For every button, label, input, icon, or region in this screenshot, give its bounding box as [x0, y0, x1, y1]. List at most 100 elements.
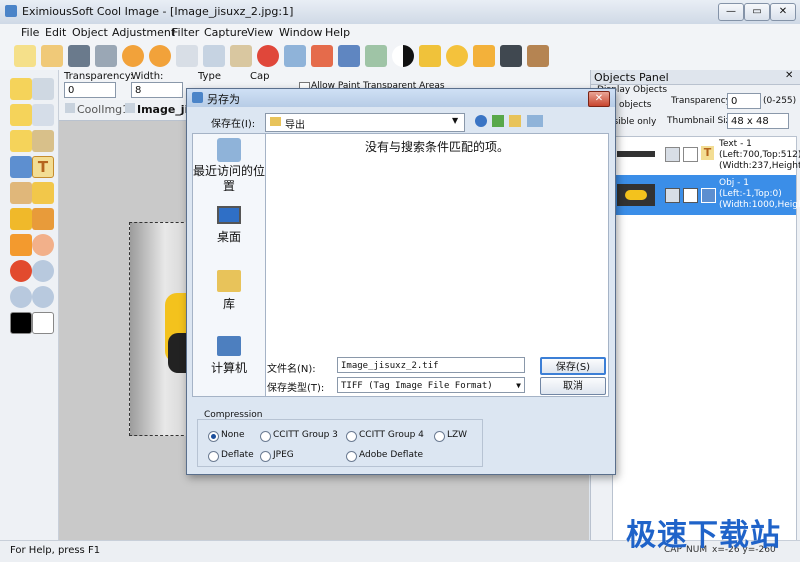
histogram-icon[interactable]: [311, 45, 333, 67]
pointer-tool-icon[interactable]: [10, 78, 32, 100]
paste-icon[interactable]: [230, 45, 252, 67]
object-thumbnail: [617, 151, 655, 157]
up-folder-icon[interactable]: [492, 115, 504, 127]
radio-adobe-deflate[interactable]: [346, 451, 357, 462]
brightness-icon[interactable]: [446, 45, 468, 67]
crop-tool-icon[interactable]: [32, 130, 54, 152]
radio-ccitt3[interactable]: [260, 431, 271, 442]
places-bar: 最近访问的位置 桌面 库 计算机: [192, 133, 266, 397]
zoom-fit-icon[interactable]: [32, 286, 54, 308]
transparency-input[interactable]: 0: [64, 82, 116, 98]
lock-icon[interactable]: [473, 45, 495, 67]
radio-lzw[interactable]: [434, 431, 445, 442]
filetype-select[interactable]: TIFF (Tag Image File Format) ▼: [337, 377, 525, 393]
save-in-dropdown[interactable]: 导出 ▼: [265, 113, 465, 132]
image-object-icon: [701, 188, 716, 203]
background-color-swatch[interactable]: [32, 312, 54, 334]
cancel-button[interactable]: 取消: [540, 377, 606, 395]
visibility-eye-icon[interactable]: [665, 147, 680, 162]
copy-icon[interactable]: [203, 45, 225, 67]
view-menu-icon[interactable]: [527, 115, 543, 127]
panel-transparency-label: Transparency:: [671, 96, 734, 106]
radio-deflate[interactable]: [208, 451, 219, 462]
polygon-tool-icon[interactable]: [10, 260, 32, 282]
object-position: (Left:700,Top:512): [719, 150, 800, 160]
place-desktop[interactable]: 桌面: [193, 206, 265, 245]
rectangle-tool-icon[interactable]: [10, 234, 32, 256]
menu-file[interactable]: File: [21, 26, 39, 39]
text-tool-icon[interactable]: T: [32, 156, 54, 178]
invert-icon[interactable]: [392, 45, 414, 67]
sparkle-tool-icon[interactable]: [10, 130, 32, 152]
zoom-out-icon[interactable]: [10, 286, 32, 308]
maximize-button[interactable]: ▭: [744, 3, 770, 21]
place-computer[interactable]: 计算机: [193, 336, 265, 376]
undo-icon[interactable]: [122, 45, 144, 67]
compression-group: None CCITT Group 3 CCITT Group 4 LZW Def…: [197, 419, 483, 467]
menu-adjustment[interactable]: Adjustment: [112, 26, 175, 39]
place-libraries[interactable]: 库: [193, 270, 265, 312]
visibility-eye-icon[interactable]: [665, 188, 680, 203]
image-canvas[interactable]: [129, 222, 189, 436]
fill-tool-icon[interactable]: [10, 208, 32, 230]
menu-filter[interactable]: Filter: [172, 26, 199, 39]
dialog-close-icon[interactable]: ✕: [588, 91, 610, 107]
cut-icon[interactable]: [176, 45, 198, 67]
desktop-icon: [217, 206, 241, 224]
delete-icon[interactable]: [257, 45, 279, 67]
document-icon: [125, 103, 135, 113]
radio-none[interactable]: [208, 431, 219, 442]
radio-ccitt4[interactable]: [346, 431, 357, 442]
object-thumbnail: [617, 184, 655, 206]
line-tool-icon[interactable]: [10, 182, 32, 204]
color-balance-icon[interactable]: [338, 45, 360, 67]
foreground-color-swatch[interactable]: [10, 312, 32, 334]
panel-transparency-input[interactable]: 0: [727, 93, 761, 109]
menu-edit[interactable]: Edit: [45, 26, 66, 39]
width-input[interactable]: 8: [131, 82, 183, 98]
place-label: 计算机: [210, 361, 247, 375]
tab-coolimg1[interactable]: CoolImg1: [77, 103, 129, 116]
panel-close-icon[interactable]: ✕: [785, 70, 793, 81]
object-row-image[interactable]: Obj - 1 (Left:-1,Top:0) (Width:1000,Heig…: [613, 175, 800, 215]
new-folder-icon[interactable]: [509, 115, 521, 127]
menu-window[interactable]: Window: [279, 26, 322, 39]
magic-wand-icon[interactable]: [32, 104, 54, 126]
eraser-tool-icon[interactable]: [32, 182, 54, 204]
computer-icon: [217, 336, 241, 356]
minimize-button[interactable]: —: [718, 3, 744, 21]
object-checkbox[interactable]: [683, 188, 698, 203]
object-checkbox[interactable]: [683, 147, 698, 162]
object-size: (Width:1000,Height: [719, 200, 800, 210]
back-icon[interactable]: [475, 115, 487, 127]
save-icon[interactable]: [68, 45, 90, 67]
close-button[interactable]: ✕: [770, 3, 796, 21]
watermark-logo: 极速下载站: [626, 518, 781, 553]
lasso-tool-icon[interactable]: [10, 104, 32, 126]
print-icon[interactable]: [95, 45, 117, 67]
effects-icon[interactable]: [527, 45, 549, 67]
open-icon[interactable]: [41, 45, 63, 67]
pen-tool-icon[interactable]: [32, 208, 54, 230]
menu-help[interactable]: Help: [325, 26, 350, 39]
sharpen-icon[interactable]: [419, 45, 441, 67]
object-row-text[interactable]: T Text - 1 (Left:700,Top:512) (Width:237…: [613, 137, 800, 177]
new-icon[interactable]: [14, 45, 36, 67]
menu-bar: File Edit Object Adjustment Filter Captu…: [0, 24, 800, 42]
hue-icon[interactable]: [365, 45, 387, 67]
menu-object[interactable]: Object: [72, 26, 108, 39]
redo-icon[interactable]: [149, 45, 171, 67]
radio-jpeg[interactable]: [260, 451, 271, 462]
image-tool-icon[interactable]: [10, 156, 32, 178]
image-icon[interactable]: [284, 45, 306, 67]
thumbnail-size-select[interactable]: 48 x 48: [727, 113, 789, 129]
select-tool-icon[interactable]: [32, 78, 54, 100]
zoom-in-icon[interactable]: [32, 260, 54, 282]
menu-view[interactable]: View: [247, 26, 273, 39]
filename-input[interactable]: Image_jisuxz_2.tif: [337, 357, 525, 373]
ellipse-tool-icon[interactable]: [32, 234, 54, 256]
place-recent[interactable]: 最近访问的位置: [193, 138, 265, 194]
save-button[interactable]: 保存(S): [540, 357, 606, 375]
menu-capture[interactable]: Capture: [204, 26, 248, 39]
cube-icon[interactable]: [500, 45, 522, 67]
